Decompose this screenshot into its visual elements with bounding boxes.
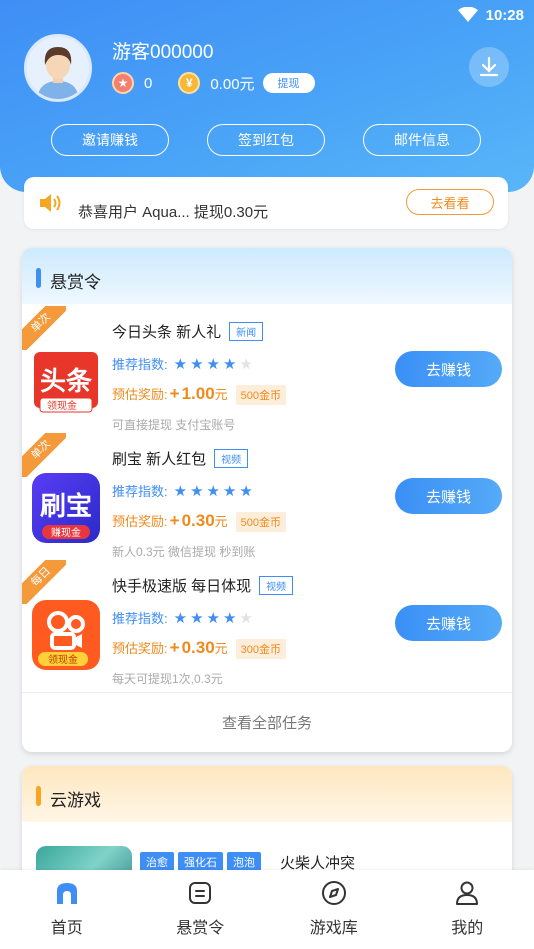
nav-game-library[interactable]: 游戏库 [267, 870, 401, 949]
recommend-rating: 推荐指数: ★★★★★ [112, 355, 256, 373]
download-icon [479, 56, 499, 77]
download-button[interactable] [469, 47, 509, 87]
cloud-game-title: 云游戏 [50, 791, 101, 810]
svg-text:刷宝: 刷宝 [40, 491, 92, 522]
title-accent [36, 786, 41, 806]
svg-text:赚现金: 赚现金 [51, 526, 81, 539]
task-desc: 每天可提现1次,0.3元 [112, 672, 223, 686]
points-value: 0 [144, 74, 153, 92]
profile-header: 10:28 游客000000 ★ 0 ¥ 0.00元 提现 邀请赚钱 签到红包 … [0, 0, 534, 192]
task-name: 快手极速版 每日体现 视频 [112, 575, 294, 596]
earn-button[interactable]: 去赚钱 [395, 478, 502, 514]
user-icon [456, 881, 479, 905]
task-tag: 新闻 [229, 322, 264, 341]
view-all-tasks-link[interactable]: 查看全部任务 [22, 692, 512, 752]
bounty-title: 悬赏令 [50, 273, 101, 292]
bottom-nav: 首页 悬赏令 游戏库 我的 [0, 870, 534, 949]
task-desc: 可直接提现 支付宝账号 [112, 418, 236, 432]
task-desc: 新人0.3元 微信提现 秒到账 [112, 545, 256, 559]
cloud-game-header: 云游戏 [22, 766, 512, 822]
estimated-reward: 预估奖励: +1.00 元 500金币 [112, 384, 287, 405]
toutiao-app-icon: 头条 领现金 [32, 346, 100, 416]
task-item: 单次 头条 领现金 今日头条 新人礼 新闻 推荐指数: ★★★★★ 预估奖励: … [22, 306, 512, 433]
earn-button[interactable]: 去赚钱 [395, 351, 502, 387]
kuaishou-app-icon: 领现金 [32, 600, 100, 670]
bounty-header: 悬赏令 [22, 248, 512, 304]
balance-value: 0.00元 [210, 75, 255, 93]
bounty-card: 悬赏令 单次 头条 领现金 今日头条 新人礼 新闻 推荐指数: ★★★★★ 预估… [22, 248, 512, 752]
status-bar: 10:28 [457, 4, 524, 26]
task-tag: 视频 [214, 449, 249, 468]
title-accent [36, 268, 41, 288]
game-tag: 泡泡 [227, 852, 261, 872]
estimated-reward: 预估奖励: +0.30 元 300金币 [112, 638, 287, 659]
points-coin-icon: ★ [112, 72, 134, 94]
earn-button[interactable]: 去赚钱 [395, 605, 502, 641]
withdraw-button[interactable]: 提现 [262, 73, 315, 93]
task-tag: 视频 [259, 576, 294, 595]
shuabao-app-icon: 刷宝 赚现金 [32, 473, 100, 543]
clock: 10:28 [485, 6, 524, 24]
wallet-stats: ★ 0 ¥ 0.00元 提现 [112, 72, 315, 94]
avatar[interactable] [24, 34, 92, 102]
task-ribbon: 单次 [22, 433, 66, 477]
task-ribbon: 单次 [22, 306, 66, 350]
recommend-rating: 推荐指数: ★★★★★ [112, 482, 256, 500]
star-rating-icon: ★★★★★ [173, 609, 256, 627]
coins-badge: 500金币 [235, 512, 287, 532]
svg-text:领现金: 领现金 [48, 653, 78, 666]
notice-view-button[interactable]: 去看看 [406, 189, 494, 215]
task-name: 刷宝 新人红包 视频 [112, 448, 249, 469]
yen-coin-icon: ¥ [178, 72, 201, 94]
task-item: 每日 领现金 快手极速版 每日体现 视频 推荐指数: ★★★★★ 预估奖励: +… [22, 560, 512, 687]
recommend-rating: 推荐指数: ★★★★★ [112, 609, 256, 627]
svg-text:头条: 头条 [40, 367, 93, 397]
coins-badge: 500金币 [235, 385, 287, 405]
compass-icon [321, 881, 346, 905]
notice-bar: 恭喜用户 Aqua... 提现0.30元 去看看 [24, 177, 508, 229]
home-icon [56, 883, 77, 904]
estimated-reward: 预估奖励: +0.30 元 500金币 [112, 511, 287, 532]
avatar-icon [27, 37, 89, 99]
wifi-icon [457, 7, 478, 22]
nav-home[interactable]: 首页 [0, 870, 134, 949]
notice-text: 恭喜用户 Aqua... 提现0.30元 [78, 204, 269, 221]
username: 游客000000 [112, 42, 214, 63]
checkin-redpacket-button[interactable]: 签到红包 [207, 124, 325, 156]
nav-bounty[interactable]: 悬赏令 [134, 870, 268, 949]
star-rating-icon: ★★★★★ [173, 482, 256, 500]
nav-mine[interactable]: 我的 [401, 870, 534, 949]
game-tags: 治愈 强化石 泡泡 [140, 852, 261, 872]
game-tag: 治愈 [140, 852, 174, 872]
game-tag: 强化石 [178, 852, 223, 872]
task-list-icon [189, 882, 212, 904]
star-rating-icon: ★★★★★ [173, 355, 256, 373]
speaker-icon [40, 194, 61, 212]
invite-earn-button[interactable]: 邀请赚钱 [51, 124, 169, 156]
task-item: 单次 刷宝 赚现金 刷宝 新人红包 视频 推荐指数: ★★★★★ 预估奖励: +… [22, 433, 512, 560]
coins-badge: 300金币 [235, 639, 287, 659]
task-ribbon: 每日 [22, 560, 66, 604]
svg-text:领现金: 领现金 [47, 399, 77, 412]
task-name: 今日头条 新人礼 新闻 [112, 321, 264, 342]
mail-info-button[interactable]: 邮件信息 [363, 124, 481, 156]
